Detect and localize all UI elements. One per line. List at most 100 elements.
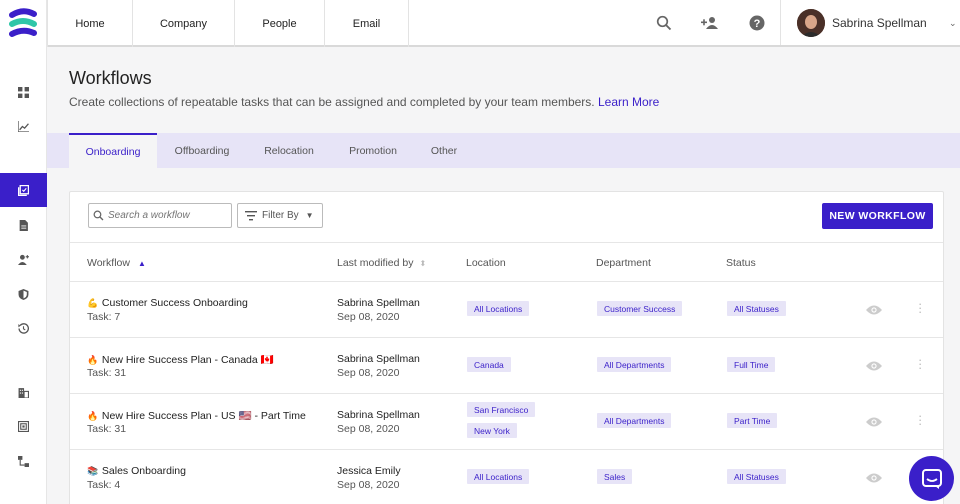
department-chip: Sales xyxy=(597,469,633,484)
rail-item-history[interactable] xyxy=(0,312,47,344)
tab-other[interactable]: Other xyxy=(421,133,467,168)
new-workflow-button[interactable]: NEW WORKFLOW xyxy=(822,203,933,229)
eye-icon[interactable] xyxy=(866,472,882,484)
col-workflow-label: Workflow xyxy=(87,257,130,269)
page-description: Create collections of repeatable tasks t… xyxy=(69,95,659,109)
col-department: Department xyxy=(596,257,651,269)
search-input[interactable] xyxy=(108,210,226,221)
eye-icon[interactable] xyxy=(866,304,882,316)
tab-promotion[interactable]: Promotion xyxy=(337,133,409,168)
modified-by: Sabrina Spellman xyxy=(337,409,420,421)
status-chip: Full Time xyxy=(727,357,776,372)
avatar xyxy=(797,9,825,37)
department-chip: Customer Success xyxy=(597,301,683,316)
workflow-task-count: Task: 31 xyxy=(87,423,127,435)
tab-offboarding[interactable]: Offboarding xyxy=(162,133,242,168)
workflow-name[interactable]: 🔥 New Hire Success Plan - US 🇺🇸 - Part T… xyxy=(87,409,306,422)
filter-label: Filter By xyxy=(262,210,299,221)
location-chip: All Locations xyxy=(467,469,530,484)
user-name: Sabrina Spellman xyxy=(832,16,927,30)
analytics-icon xyxy=(18,120,29,132)
more-options-icon[interactable]: ··· xyxy=(918,297,924,318)
eye-icon[interactable] xyxy=(866,360,882,372)
chat-launcher-button[interactable] xyxy=(909,456,954,501)
chat-icon xyxy=(921,468,942,489)
tab-relocation[interactable]: Relocation xyxy=(252,133,326,168)
rail-item-workflows[interactable] xyxy=(0,173,47,207)
learn-more-link[interactable]: Learn More xyxy=(598,95,659,109)
filter-icon xyxy=(245,210,257,220)
user-menu[interactable]: Sabrina Spellman ⌄ xyxy=(780,0,960,45)
modified-date: Sep 08, 2020 xyxy=(337,311,400,323)
workflow-emoji: 🔥 xyxy=(87,355,99,365)
history-icon xyxy=(18,322,29,334)
rail-item-security[interactable] xyxy=(0,278,47,310)
status-chip: All Statuses xyxy=(727,301,786,316)
workflow-name[interactable]: 💪 Customer Success Onboarding xyxy=(87,297,248,309)
top-nav-bar: Home Company People Email ? Sabrina Spel… xyxy=(47,0,960,47)
svg-text:?: ? xyxy=(754,18,761,30)
more-options-icon[interactable]: ··· xyxy=(918,353,924,374)
location-chip: New York xyxy=(467,423,517,438)
status-chip: All Statuses xyxy=(727,469,786,484)
rail-item-dashboard[interactable] xyxy=(0,76,47,108)
workflow-title: New Hire Success Plan - Canada 🇨🇦 xyxy=(101,354,274,366)
workflow-name[interactable]: 📚 Sales Onboarding xyxy=(87,465,186,477)
workflow-title: New Hire Success Plan - US 🇺🇸 - Part Tim… xyxy=(101,410,306,422)
modified-by: Sabrina Spellman xyxy=(337,297,420,309)
col-last-modified[interactable]: Last modified by ⬍ xyxy=(337,257,426,269)
nav-tab-home[interactable]: Home xyxy=(47,0,133,47)
col-workflow[interactable]: Workflow ▲ xyxy=(87,257,146,269)
tab-onboarding[interactable]: Onboarding xyxy=(69,133,157,168)
chevron-down-icon: ⌄ xyxy=(949,18,957,28)
table-row[interactable]: 📚 Sales Onboarding Task: 4 Jessica Emily… xyxy=(70,450,943,504)
rail-item-analytics[interactable] xyxy=(0,110,47,142)
status-chip: Part Time xyxy=(727,413,778,428)
caret-down-icon: ▼ xyxy=(305,211,314,220)
rail-item-org-chart[interactable] xyxy=(0,445,47,477)
workflow-emoji: 🔥 xyxy=(87,411,99,421)
logo-icon[interactable] xyxy=(8,6,38,42)
scan-icon xyxy=(18,420,29,432)
modified-date: Sep 08, 2020 xyxy=(337,367,400,379)
rail-item-company[interactable] xyxy=(0,376,47,408)
workflows-card: Filter By ▼ NEW WORKFLOW Workflow ▲ Last … xyxy=(69,191,944,504)
modified-by: Jessica Emily xyxy=(337,465,401,477)
modified-by: Sabrina Spellman xyxy=(337,353,420,365)
workflows-icon xyxy=(18,184,29,196)
nav-tab-people[interactable]: People xyxy=(235,0,325,47)
org-chart-icon xyxy=(18,455,29,467)
add-user-icon[interactable] xyxy=(700,13,720,33)
workflow-name[interactable]: 🔥 New Hire Success Plan - Canada 🇨🇦 xyxy=(87,353,274,366)
nav-tab-email[interactable]: Email xyxy=(325,0,409,47)
rail-item-scan[interactable] xyxy=(0,410,47,442)
table-row[interactable]: 💪 Customer Success Onboarding Task: 7 Sa… xyxy=(70,282,943,338)
location-chip: San Francisco xyxy=(467,402,536,417)
left-rail xyxy=(0,0,47,504)
help-icon[interactable]: ? xyxy=(747,13,767,33)
col-last-modified-label: Last modified by xyxy=(337,257,414,269)
sort-asc-icon: ▲ xyxy=(137,259,146,268)
nav-tab-company[interactable]: Company xyxy=(133,0,235,47)
search-icon[interactable] xyxy=(654,13,674,33)
search-box[interactable] xyxy=(88,203,232,228)
filter-dropdown[interactable]: Filter By ▼ xyxy=(237,203,323,228)
rail-item-people[interactable] xyxy=(0,243,47,275)
modified-date: Sep 08, 2020 xyxy=(337,423,400,435)
table-row[interactable]: 🔥 New Hire Success Plan - Canada 🇨🇦 Task… xyxy=(70,338,943,394)
workflow-title: Sales Onboarding xyxy=(101,465,186,477)
department-chip: All Departments xyxy=(597,357,672,372)
workflow-emoji: 💪 xyxy=(87,298,99,308)
workflow-title: Customer Success Onboarding xyxy=(101,297,248,309)
page-description-text: Create collections of repeatable tasks t… xyxy=(69,95,595,109)
workflow-tabs: Onboarding Offboarding Relocation Promot… xyxy=(47,133,960,168)
page-title: Workflows xyxy=(69,68,152,88)
table-header: Workflow ▲ Last modified by ⬍ Location Dep… xyxy=(70,242,943,282)
security-icon xyxy=(18,288,29,300)
table-row[interactable]: 🔥 New Hire Success Plan - US 🇺🇸 - Part T… xyxy=(70,394,943,450)
more-options-icon[interactable]: ··· xyxy=(918,409,924,430)
rail-item-documents[interactable] xyxy=(0,209,47,241)
documents-icon xyxy=(19,219,28,231)
eye-icon[interactable] xyxy=(866,416,882,428)
col-status: Status xyxy=(726,257,756,269)
